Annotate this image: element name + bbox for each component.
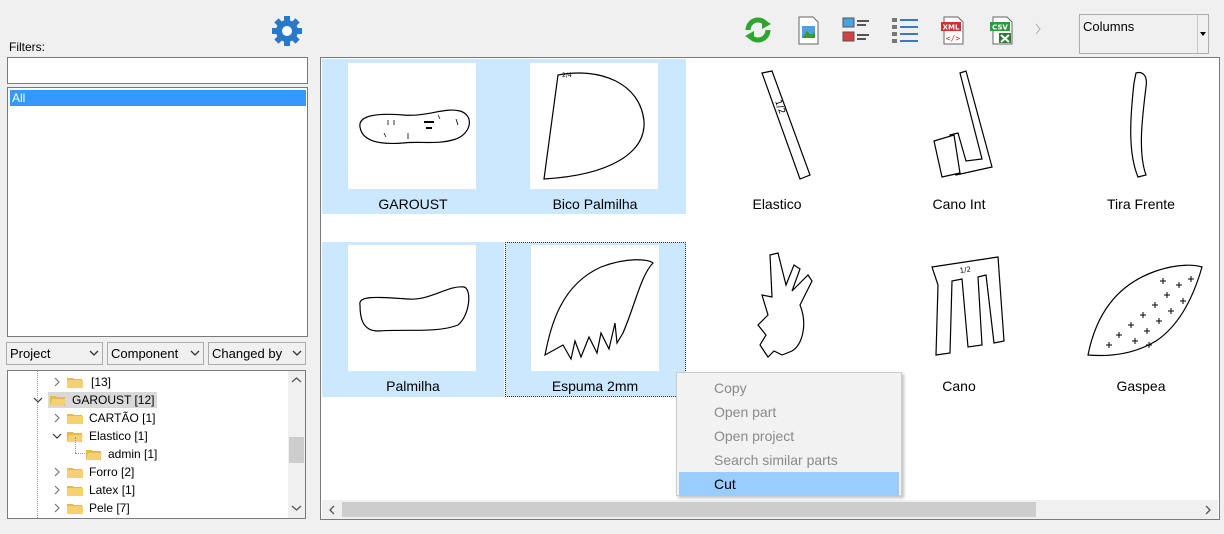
part-thumbnail: 1/2 bbox=[712, 63, 840, 189]
chevron-left-icon[interactable] bbox=[327, 505, 337, 515]
xml-export-button[interactable]: XML </> bbox=[937, 14, 969, 46]
svg-text:2/4: 2/4 bbox=[562, 72, 572, 79]
changed-by-combo[interactable]: Changed by bbox=[208, 342, 306, 365]
part-tile-espuma-2mm[interactable]: Espuma 2mm bbox=[504, 242, 686, 397]
csv-export-button[interactable]: CSV bbox=[986, 14, 1018, 46]
part-tile-label: Espuma 2mm bbox=[551, 378, 639, 394]
filter-input[interactable] bbox=[7, 57, 308, 84]
part-tile-label: Bico Palmilha bbox=[552, 196, 638, 212]
svg-text:</>: </> bbox=[946, 34, 961, 43]
part-tile-bico-palmilha[interactable]: 2/4 Bico Palmilha bbox=[504, 59, 686, 214]
folder-icon bbox=[67, 504, 83, 514]
part-tile-garoust[interactable]: GAROUST bbox=[322, 59, 504, 214]
project-combo[interactable]: Project bbox=[6, 342, 103, 365]
changed-by-combo-value: Changed by bbox=[212, 346, 283, 361]
image-view-button[interactable] bbox=[792, 14, 824, 46]
chevron-down-icon bbox=[292, 350, 302, 356]
menu-item-copy[interactable]: Copy bbox=[679, 376, 899, 400]
toolbar-separator bbox=[1035, 22, 1041, 36]
chevron-right-icon bbox=[54, 377, 60, 387]
folder-icon bbox=[67, 378, 83, 388]
folder-icon bbox=[67, 468, 83, 478]
chevron-right-icon bbox=[54, 485, 60, 495]
part-thumbnail: 2/4 bbox=[530, 63, 658, 189]
component-combo-value: Component bbox=[111, 346, 179, 361]
xml-export-icon: XML </> bbox=[941, 16, 964, 45]
part-tile-label: Palmilha bbox=[386, 378, 440, 394]
tree-item[interactable]: [13] bbox=[52, 373, 111, 391]
folder-open-icon bbox=[86, 450, 102, 460]
columns-select-value: Columns bbox=[1083, 19, 1135, 34]
columns-select[interactable]: Columns bbox=[1079, 14, 1209, 54]
details-list-icon bbox=[892, 18, 918, 43]
part-thumbnail bbox=[712, 245, 840, 371]
folder-icon bbox=[67, 486, 83, 496]
filters-label: Filters: bbox=[9, 40, 45, 54]
context-menu: Copy Open part Open project Search simil… bbox=[676, 372, 902, 496]
part-tile-tira-frente[interactable]: Tira Frente bbox=[1050, 59, 1219, 214]
part-tile-label: Cano Int bbox=[932, 196, 986, 212]
tree-item[interactable]: Elastico [1] bbox=[52, 427, 148, 445]
part-thumbnail bbox=[348, 245, 476, 371]
filter-list-item-all[interactable]: All bbox=[10, 90, 306, 106]
part-thumbnail: 1/2 bbox=[894, 245, 1022, 371]
chevron-down-icon bbox=[190, 350, 200, 356]
tree-item[interactable]: admin [1] bbox=[86, 445, 157, 463]
part-tile-gaspea[interactable]: Gaspea bbox=[1050, 242, 1219, 397]
refresh-icon bbox=[745, 17, 771, 43]
menu-item-cut[interactable]: Cut bbox=[679, 472, 899, 496]
tree-item-garoust[interactable]: GAROUST [12] bbox=[33, 391, 158, 409]
part-tile-palmilha[interactable]: Palmilha bbox=[322, 242, 504, 397]
svg-text:XML: XML bbox=[943, 24, 960, 32]
folder-open-icon bbox=[50, 396, 66, 406]
svg-text:1/2: 1/2 bbox=[959, 265, 971, 274]
gear-icon bbox=[272, 16, 302, 46]
grid-horizontal-scrollbar[interactable] bbox=[322, 500, 1218, 519]
part-tile-elastico[interactable]: 1/2 Elastico bbox=[686, 59, 868, 214]
refresh-button[interactable] bbox=[742, 14, 774, 46]
settings-button[interactable] bbox=[272, 14, 302, 46]
tree-item[interactable]: Latex [1] bbox=[52, 481, 135, 499]
part-thumbnail bbox=[1076, 63, 1204, 189]
part-thumbnail bbox=[1076, 245, 1204, 371]
grid-scroll-thumb[interactable] bbox=[342, 502, 1036, 517]
details-list-button[interactable] bbox=[889, 14, 921, 46]
chevron-right-icon bbox=[54, 503, 60, 513]
chevron-up-icon[interactable] bbox=[291, 375, 302, 385]
chevron-right-icon bbox=[54, 467, 60, 477]
tree-scroll-thumb[interactable] bbox=[289, 437, 304, 463]
menu-item-open-part[interactable]: Open part bbox=[679, 400, 899, 424]
tree-item[interactable]: Pele [7] bbox=[52, 499, 130, 517]
component-combo[interactable]: Component bbox=[107, 342, 204, 365]
svg-text:CSV: CSV bbox=[992, 24, 1008, 32]
menu-item-open-project[interactable]: Open project bbox=[679, 424, 899, 448]
chevron-down-icon bbox=[33, 397, 43, 403]
part-tile-label: Gaspea bbox=[1116, 378, 1166, 394]
tree-item[interactable]: CARTÃO [1] bbox=[52, 409, 155, 427]
tree-item[interactable]: Forro [2] bbox=[52, 463, 134, 481]
project-tree[interactable]: [13] GAROUST [12] CARTÃO [1] Elastico [1… bbox=[7, 370, 306, 519]
part-tile-label: GAROUST bbox=[378, 196, 448, 212]
image-view-icon bbox=[798, 16, 819, 45]
menu-item-search-similar-parts[interactable]: Search similar parts bbox=[679, 448, 899, 472]
thumbnail-list-button[interactable] bbox=[840, 14, 872, 46]
chevron-down-icon bbox=[89, 350, 99, 356]
part-tile-label: Elastico bbox=[752, 196, 802, 212]
part-tile-label: Tira Frente bbox=[1107, 196, 1175, 212]
filter-list[interactable]: All bbox=[7, 87, 308, 337]
chevron-right-icon bbox=[54, 413, 60, 423]
chevron-down-icon bbox=[52, 433, 62, 439]
csv-export-icon: CSV bbox=[990, 16, 1013, 45]
part-tile-cano-int[interactable]: Cano Int bbox=[868, 59, 1050, 214]
list-thumbnail-icon bbox=[842, 17, 869, 42]
chevron-right-icon[interactable] bbox=[1203, 505, 1213, 515]
folder-icon bbox=[67, 414, 83, 424]
chevron-down-icon[interactable] bbox=[291, 503, 302, 513]
caret-down-icon bbox=[1200, 32, 1206, 36]
part-thumbnail bbox=[894, 63, 1022, 189]
part-thumbnail bbox=[531, 245, 659, 371]
tree-scrollbar[interactable] bbox=[288, 371, 305, 518]
project-combo-value: Project bbox=[10, 346, 51, 361]
part-thumbnail bbox=[348, 63, 476, 189]
